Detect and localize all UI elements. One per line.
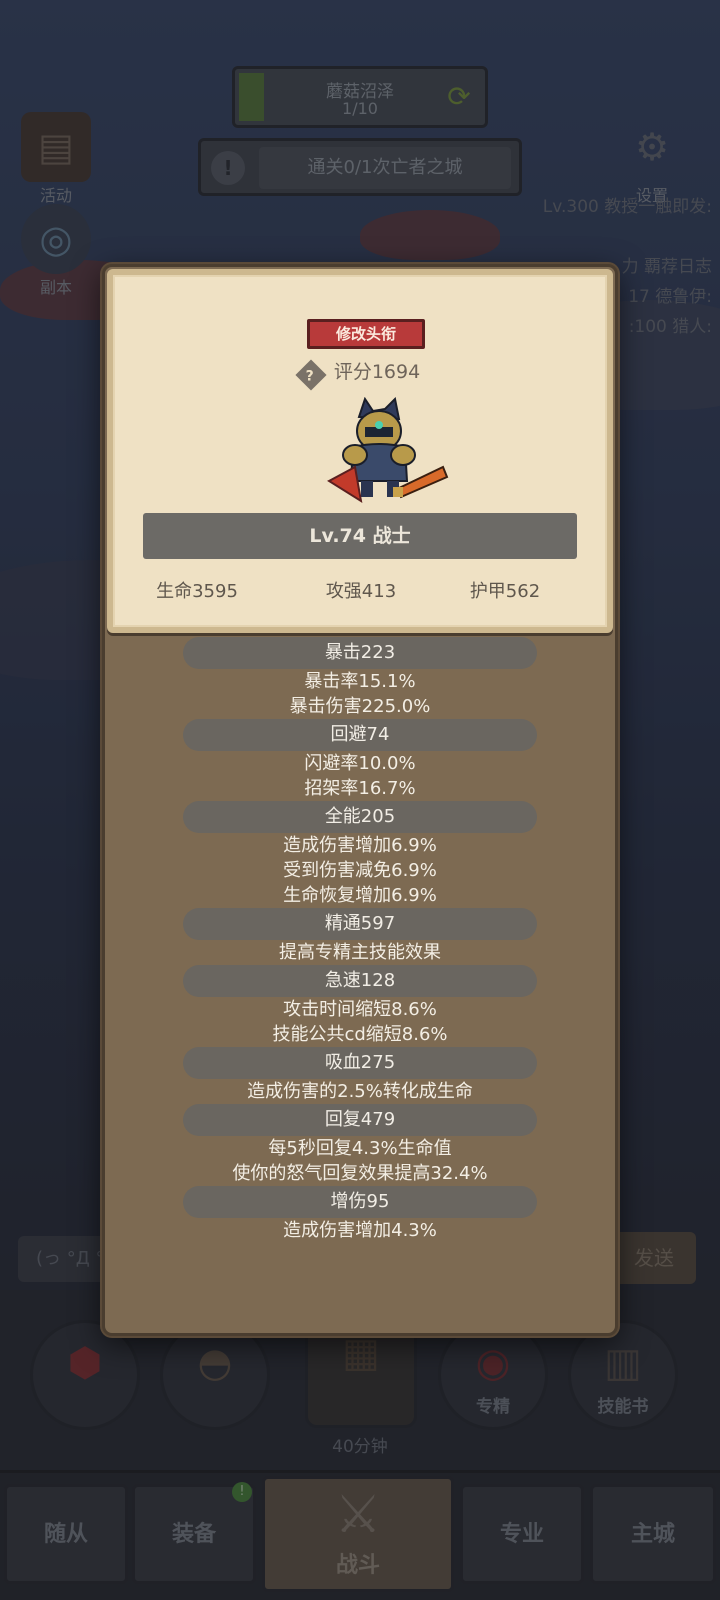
stat-line: 技能公共cd缩短8.6% (272, 1024, 448, 1045)
edit-title-button[interactable]: 修改头衔 (307, 319, 425, 349)
stat-line: 受到伤害减免6.9% (283, 860, 437, 881)
stat-line: 每5秒回复4.3%生命值 (268, 1138, 452, 1159)
stat-line: 生命恢复增加6.9% (283, 885, 437, 906)
help-icon[interactable]: ? (295, 359, 327, 391)
character-stats-modal: 修改头衔 ? 评分1694 Lv.74 战士 生命3595 攻强413 护甲562… (102, 264, 618, 1336)
stat-header: 回避74 (183, 719, 537, 751)
stat-line: 暴击伤害225.0% (289, 696, 431, 717)
stat-header: 全能205 (183, 801, 537, 833)
score-row: ? 评分1694 (113, 357, 607, 391)
stat-line: 使你的怒气回复效果提高32.4% (232, 1163, 488, 1184)
stat-line: 攻击时间缩短8.6% (283, 999, 437, 1020)
stat-header: 精通597 (183, 908, 537, 940)
stat-header: 暴击223 (183, 637, 537, 669)
stat-line: 造成伤害增加4.3% (283, 1220, 437, 1241)
stat-line: 造成伤害增加6.9% (283, 835, 437, 856)
level-class-banner: Lv.74 战士 (143, 513, 577, 559)
stat-line: 闪避率10.0% (304, 753, 416, 774)
hp-stat: 生命3595 (156, 581, 238, 602)
armor-stat: 护甲562 (469, 581, 541, 602)
stat-line: 招架率16.7% (304, 778, 416, 799)
stat-header: 回复479 (183, 1104, 537, 1136)
stat-header: 增伤95 (183, 1186, 537, 1218)
character-card: 修改头衔 ? 评分1694 Lv.74 战士 生命3595 攻强413 护甲562 (107, 269, 613, 633)
stat-line: 提高专精主技能效果 (279, 942, 441, 963)
stat-header: 吸血275 (183, 1047, 537, 1079)
stat-line: 造成伤害的2.5%转化成生命 (247, 1081, 473, 1102)
stat-header: 急速128 (183, 965, 537, 997)
score-value: 评分1694 (333, 361, 421, 383)
stat-list: 暴击223 暴击率15.1% 暴击伤害225.0% 回避74 闪避率10.0% … (105, 637, 615, 1243)
warrior-character (327, 397, 449, 504)
attack-stat: 攻强413 (325, 581, 397, 602)
stat-line: 暴击率15.1% (304, 671, 416, 692)
